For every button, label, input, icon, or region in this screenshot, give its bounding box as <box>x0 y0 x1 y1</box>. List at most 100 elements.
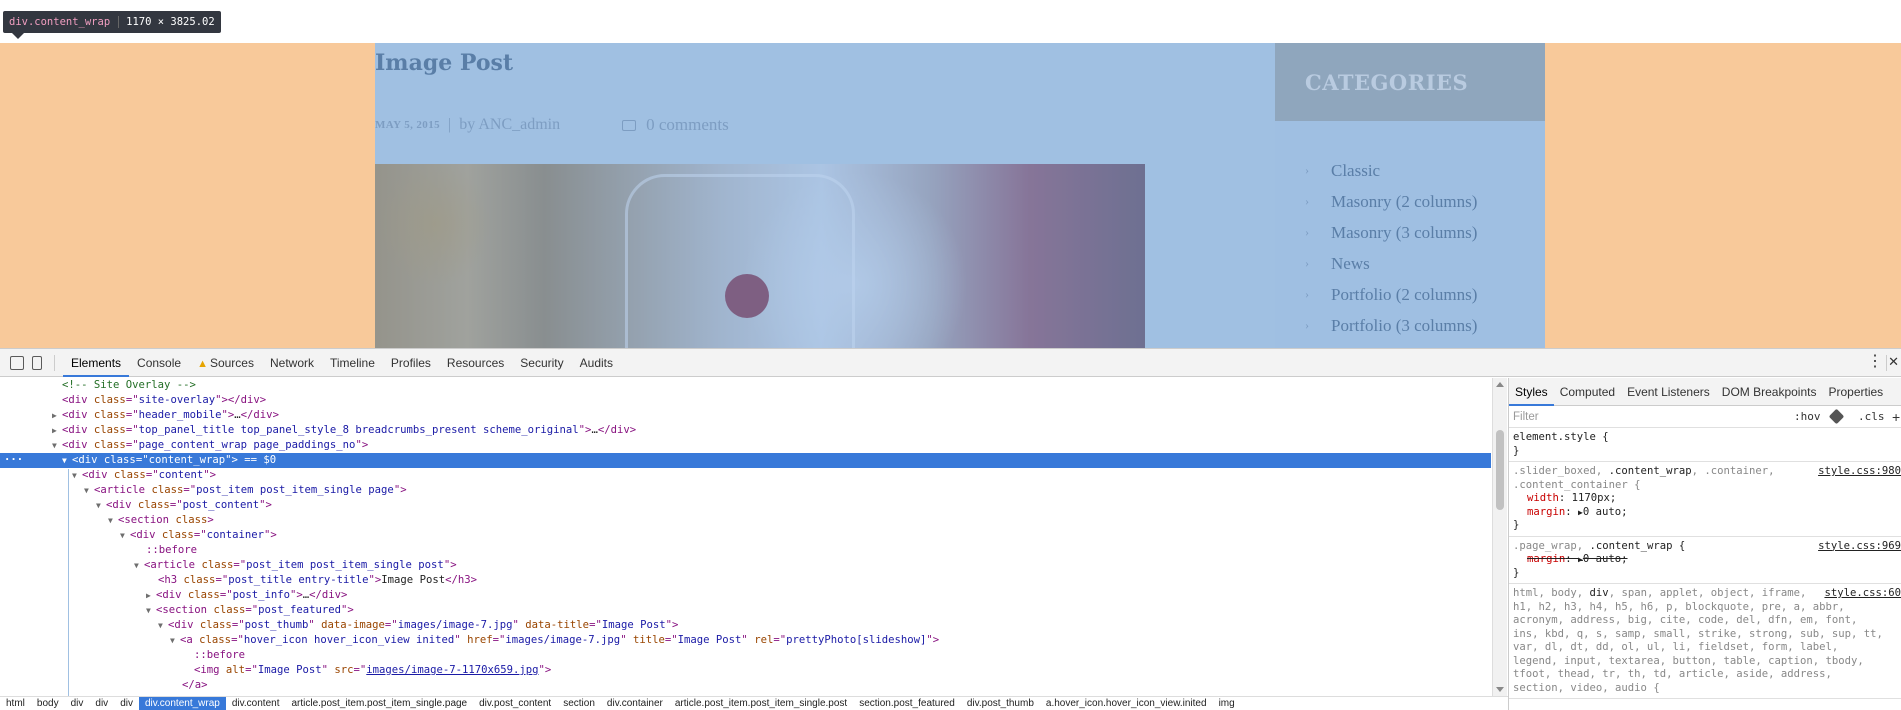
dom-node-h3[interactable]: <h3 class="post_title entry-title">Image… <box>0 573 1491 588</box>
collapse-triangle-icon[interactable]: ▼ <box>84 483 94 498</box>
tab-resources[interactable]: Resources <box>439 349 512 377</box>
color-format-icon[interactable] <box>1829 409 1845 425</box>
collapse-triangle-icon[interactable]: ▼ <box>158 618 168 633</box>
img-src-link[interactable]: images/image-7-1170x659.jpg <box>366 664 538 676</box>
breadcrumb-item[interactable]: div <box>65 697 90 710</box>
breadcrumb-item[interactable]: section <box>557 697 601 710</box>
dom-node-before[interactable]: ::before <box>0 648 1491 663</box>
elements-scrollbar[interactable] <box>1492 378 1507 696</box>
post-featured-image[interactable] <box>375 164 1145 348</box>
new-rule-button[interactable]: + <box>1892 409 1900 425</box>
dom-node-content-wrap-selected[interactable]: ···▼<div class="content_wrap"> == $0 <box>0 453 1491 468</box>
tab-properties[interactable]: Properties <box>1822 378 1889 406</box>
collapse-triangle-icon[interactable]: ▼ <box>170 633 180 648</box>
rule-reset[interactable]: style.css:60 html, body, div, span, appl… <box>1509 584 1901 699</box>
close-icon[interactable]: ✕ <box>1888 354 1899 370</box>
breadcrumb-item[interactable]: article.post_item.post_item_single.page <box>285 697 473 710</box>
breadcrumb-item[interactable]: html <box>0 697 31 710</box>
rule-source-link[interactable]: style.css:969 <box>1814 540 1901 552</box>
dom-node-before[interactable]: ::before <box>0 543 1491 558</box>
collapse-triangle-icon[interactable]: ▼ <box>108 513 118 528</box>
dom-node-post-thumb[interactable]: ▼<div class="post_thumb" data-image="ima… <box>0 618 1491 633</box>
tab-console[interactable]: Console <box>129 349 189 377</box>
category-item[interactable]: ›News <box>1305 248 1477 279</box>
collapse-triangle-icon[interactable]: ▼ <box>52 438 62 453</box>
dom-node-article-page[interactable]: ▼<article class="post_item post_item_sin… <box>0 483 1491 498</box>
dom-node-post-info[interactable]: ▶<div class="post_info">…</div> <box>0 588 1491 603</box>
collapse-triangle-icon[interactable]: ▼ <box>62 453 72 468</box>
category-item[interactable]: ›Classic <box>1305 155 1477 186</box>
scrollbar-thumb[interactable] <box>1496 430 1504 510</box>
dom-node-anchor[interactable]: ▼<a class="hover_icon hover_icon_view in… <box>0 633 1491 648</box>
dom-node-post-featured[interactable]: ▼<section class="post_featured"> <box>0 603 1491 618</box>
category-item[interactable]: ›Portfolio (3 columns) <box>1305 310 1477 341</box>
breadcrumb-item[interactable]: div <box>114 697 139 710</box>
dom-node-page-content-wrap[interactable]: ▼<div class="page_content_wrap page_padd… <box>0 438 1491 453</box>
tab-elements[interactable]: Elements <box>63 349 129 377</box>
dom-node-container[interactable]: ▼<div class="container"> <box>0 528 1491 543</box>
rule-source-link[interactable]: style.css:980 <box>1814 465 1901 477</box>
post-title[interactable]: Image Post <box>375 50 513 76</box>
breadcrumb-item[interactable]: div <box>89 697 114 710</box>
breadcrumb-item[interactable]: div.content <box>226 697 286 710</box>
class-toggle[interactable]: .cls <box>1858 410 1885 423</box>
device-mode-icon[interactable] <box>32 356 42 370</box>
breadcrumb-item[interactable]: div.post_content <box>473 697 557 710</box>
more-options-icon[interactable]: ⋮ <box>1867 354 1883 370</box>
category-item[interactable]: ›Masonry (3 columns) <box>1305 217 1477 248</box>
breadcrumb-item[interactable]: section.post_featured <box>853 697 961 710</box>
breadcrumb-item[interactable]: div.post_thumb <box>961 697 1040 710</box>
rule-element-style[interactable]: element.style { } <box>1509 428 1901 462</box>
dom-node-img[interactable]: <img alt="Image Post" src="images/image-… <box>0 663 1491 678</box>
tab-audits[interactable]: Audits <box>572 349 621 377</box>
collapse-triangle-icon[interactable]: ▼ <box>134 558 144 573</box>
dom-node-top-panel[interactable]: ▶<div class="top_panel_title top_panel_s… <box>0 423 1491 438</box>
tab-computed[interactable]: Computed <box>1554 378 1621 406</box>
tab-sources[interactable]: ▲Sources <box>189 349 262 377</box>
collapse-triangle-icon[interactable]: ▼ <box>120 528 130 543</box>
node-actions-icon[interactable]: ··· <box>4 453 23 468</box>
breadcrumb-item[interactable]: article.post_item.post_item_single.post <box>669 697 853 710</box>
dom-node-article-post[interactable]: ▼<article class="post_item post_item_sin… <box>0 558 1491 573</box>
rule-source-link[interactable]: style.css:60 <box>1820 587 1901 599</box>
tab-security[interactable]: Security <box>512 349 571 377</box>
dom-node-site-overlay[interactable]: <div class="site-overlay"></div> <box>0 393 1491 408</box>
post-comments-link[interactable]: 0 comments <box>646 115 729 135</box>
hover-state-toggle[interactable]: :hov <box>1794 410 1821 423</box>
tab-timeline[interactable]: Timeline <box>322 349 383 377</box>
dom-node-header-mobile[interactable]: ▶<div class="header_mobile">…</div> <box>0 408 1491 423</box>
post-author[interactable]: by ANC_admin <box>459 116 560 134</box>
css-property[interactable]: width: 1170px; <box>1513 492 1897 506</box>
dom-node-comment[interactable]: <!-- Site Overlay --> <box>0 378 1491 393</box>
tab-dom-breakpoints[interactable]: DOM Breakpoints <box>1716 378 1823 406</box>
category-item[interactable]: ›Masonry (2 columns) <box>1305 186 1477 217</box>
scroll-down-icon[interactable] <box>1496 687 1504 692</box>
collapse-triangle-icon[interactable]: ▼ <box>146 603 156 618</box>
expand-triangle-icon[interactable]: ▶ <box>146 588 156 603</box>
collapse-triangle-icon[interactable]: ▼ <box>72 468 82 483</box>
rule-content-wrap[interactable]: style.css:980 .slider_boxed, .content_wr… <box>1509 462 1901 537</box>
breadcrumb-item[interactable]: a.hover_icon.hover_icon_view.inited <box>1040 697 1213 710</box>
dom-node-anchor-close[interactable]: </a> <box>0 678 1491 693</box>
post-date[interactable]: MAY 5, 2015 <box>375 119 440 131</box>
breadcrumb-item-selected[interactable]: div.content_wrap <box>139 697 226 710</box>
dom-node-section[interactable]: ▼<section class> <box>0 513 1491 528</box>
tab-profiles[interactable]: Profiles <box>383 349 439 377</box>
tab-styles[interactable]: Styles <box>1509 378 1554 406</box>
breadcrumb-item[interactable]: body <box>31 697 65 710</box>
css-property[interactable]: margin: ▶0 auto; <box>1513 506 1897 520</box>
collapse-triangle-icon[interactable]: ▼ <box>96 498 106 513</box>
styles-filter-input[interactable]: Filter <box>1513 411 1539 423</box>
breadcrumb-item[interactable]: img <box>1213 697 1241 710</box>
expand-triangle-icon[interactable]: ▶ <box>52 423 62 438</box>
breadcrumb-item[interactable]: div.container <box>601 697 669 710</box>
expand-triangle-icon[interactable]: ▶ <box>52 408 62 423</box>
category-item[interactable]: ›Portfolio (2 columns) <box>1305 279 1477 310</box>
tab-event-listeners[interactable]: Event Listeners <box>1621 378 1716 406</box>
scroll-up-icon[interactable] <box>1496 382 1504 387</box>
tab-network[interactable]: Network <box>262 349 322 377</box>
rule-page-wrap[interactable]: style.css:969 .page_wrap, .content_wrap … <box>1509 537 1901 585</box>
inspect-element-icon[interactable] <box>10 356 24 370</box>
dom-node-post-content[interactable]: ▼<div class="post_content"> <box>0 498 1491 513</box>
dom-node-content[interactable]: ▼<div class="content"> <box>0 468 1491 483</box>
